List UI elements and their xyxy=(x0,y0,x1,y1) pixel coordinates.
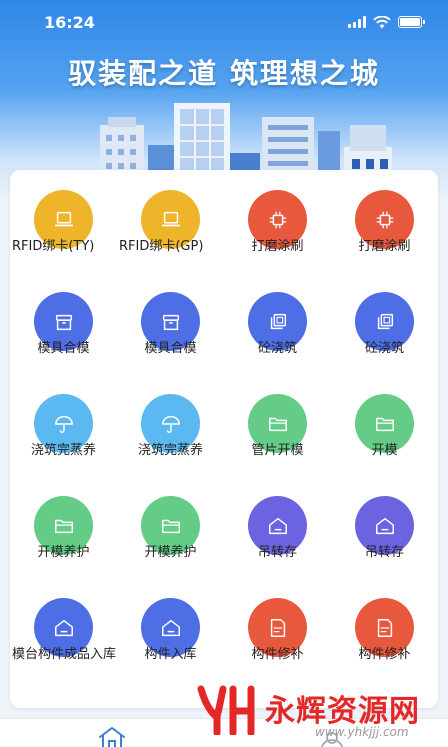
banner-slogan: 驭装配之道 筑理想之城 xyxy=(68,57,380,90)
menu-item[interactable]: RFID绑卡(GP) xyxy=(117,172,224,274)
menu-item-label: 构件修补 xyxy=(251,647,304,662)
watermark-url: www.yhkjjj.com xyxy=(315,725,409,739)
menu-item[interactable]: 构件修补 xyxy=(224,580,331,682)
menu-item-label: 砼浇筑 xyxy=(257,341,297,356)
menu-item-label: 浇筑完蒸养 xyxy=(137,443,203,458)
menu-item[interactable]: 浇筑完蒸养 xyxy=(10,376,117,478)
menu-item-label: RFID绑卡(GP) xyxy=(119,239,204,254)
signal-icon xyxy=(348,16,366,28)
menu-item-label: 浇筑完蒸养 xyxy=(30,443,96,458)
menu-item-label: 开模养护 xyxy=(144,545,197,560)
menu-item[interactable]: 管片开模 xyxy=(224,376,331,478)
watermark-logo xyxy=(197,685,255,735)
menu-item[interactable]: 砼浇筑 xyxy=(224,274,331,376)
function-grid: RFID绑卡(TY) RFID绑卡(GP) 打磨涂刷 打磨涂刷模具合模 模具合模 砼浇筑 砼… xyxy=(10,170,438,708)
status-time: 16:24 xyxy=(44,12,95,32)
menu-item-label: 吊转存 xyxy=(364,545,404,560)
menu-item-label: 打磨涂刷 xyxy=(358,239,411,254)
menu-item-label: 管片开模 xyxy=(251,443,304,458)
watermark-title: 永辉资源网 xyxy=(265,694,420,729)
menu-item[interactable]: 开模 xyxy=(331,376,438,478)
menu-item[interactable]: RFID绑卡(TY) xyxy=(10,172,117,274)
menu-item-label: 打磨涂刷 xyxy=(251,239,304,254)
menu-item-label: 开模 xyxy=(371,443,398,458)
wifi-icon xyxy=(373,15,391,28)
menu-item[interactable]: 构件入库 xyxy=(117,580,224,682)
menu-item-label: 模具合模 xyxy=(144,341,197,356)
menu-item[interactable]: 构件修补 xyxy=(331,580,438,682)
menu-item-label: 砼浇筑 xyxy=(364,341,404,356)
menu-item[interactable]: 模具合模 xyxy=(10,274,117,376)
menu-item[interactable]: 打磨涂刷 xyxy=(224,172,331,274)
site-watermark: 永辉资源网 www.yhkjjj.com xyxy=(195,683,445,745)
menu-item[interactable]: 模台构件成品入库 xyxy=(10,580,117,682)
menu-item-label: 构件入库 xyxy=(144,647,197,662)
home-icon[interactable] xyxy=(97,726,127,747)
menu-item[interactable]: 砼浇筑 xyxy=(331,274,438,376)
status-icons xyxy=(348,15,425,29)
menu-item-label: 构件修补 xyxy=(358,647,411,662)
menu-item-label: 开模养护 xyxy=(37,545,90,560)
menu-item[interactable]: 打磨涂刷 xyxy=(331,172,438,274)
menu-item[interactable]: 吊转存 xyxy=(224,478,331,580)
menu-item-label: 模台构件成品入库 xyxy=(12,647,117,662)
menu-item-label: 模具合模 xyxy=(37,341,90,356)
menu-item[interactable]: 浇筑完蒸养 xyxy=(117,376,224,478)
menu-item[interactable]: 开模养护 xyxy=(117,478,224,580)
battery-icon xyxy=(398,16,425,28)
menu-item[interactable]: 模具合模 xyxy=(117,274,224,376)
menu-item-label: 吊转存 xyxy=(257,545,297,560)
menu-item[interactable]: 吊转存 xyxy=(331,478,438,580)
menu-item-label: RFID绑卡(TY) xyxy=(12,239,95,254)
menu-item[interactable]: 开模养护 xyxy=(10,478,117,580)
status-bar: 16:24 xyxy=(0,0,448,44)
